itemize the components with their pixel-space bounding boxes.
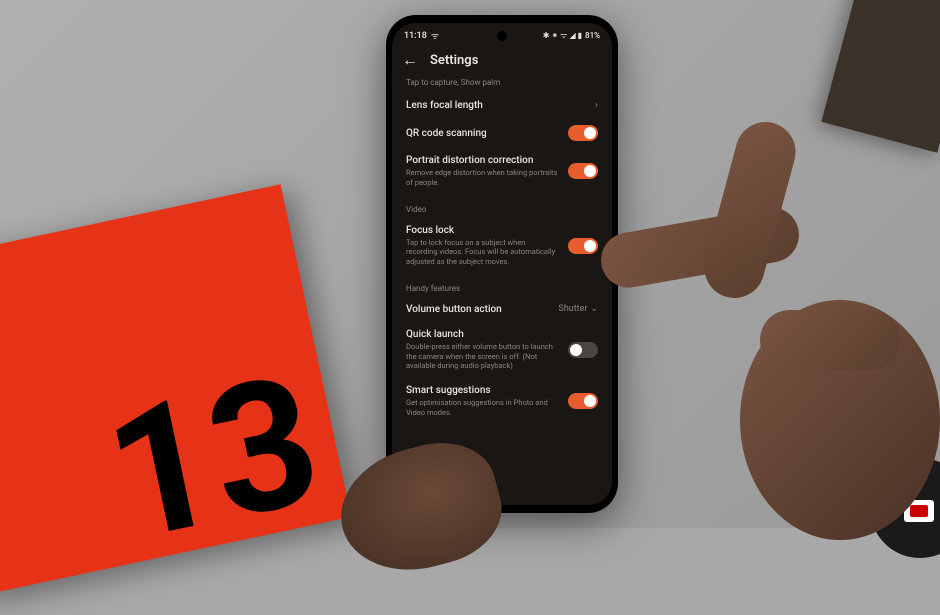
qr-scanning-row: QR code scanning — [406, 118, 598, 148]
finger-ring — [760, 310, 900, 370]
phone-device: 11:18 ᯤ ✱ ⁕ ᯤ ◢ ▮ 81% ← Settings Tap to … — [386, 15, 618, 513]
chevron-right-icon: › — [595, 100, 598, 111]
portrait-correction-row: Portrait distortion correction Remove ed… — [406, 148, 598, 195]
camera-hole — [497, 31, 507, 41]
focus-lock-desc: Tap to lock focus on a subject when reco… — [406, 238, 558, 267]
status-left-icons: ᯤ — [431, 29, 439, 42]
quick-launch-title: Quick launch — [406, 329, 558, 340]
back-arrow-icon[interactable]: ← — [402, 50, 418, 70]
handy-section-header: Handy features — [406, 284, 598, 293]
portrait-title: Portrait distortion correction — [406, 155, 558, 166]
quick-launch-row: Quick launch Double-press either volume … — [406, 322, 598, 378]
volume-value: Shutter — [558, 304, 587, 314]
quick-launch-desc: Double-press either volume button to lau… — [406, 342, 558, 371]
volume-title: Volume button action — [406, 304, 548, 315]
volume-value-container: Shutter ⌄ — [558, 304, 598, 314]
lens-focal-title: Lens focal length — [406, 100, 585, 111]
watermark-icon — [910, 505, 928, 517]
volume-button-row[interactable]: Volume button action Shutter ⌄ — [406, 297, 598, 322]
page-title: Settings — [430, 53, 478, 68]
smart-desc: Get optimisation suggestions in Photo an… — [406, 398, 558, 418]
chevron-updown-icon: ⌄ — [590, 304, 598, 314]
focus-lock-toggle[interactable] — [568, 238, 598, 254]
box-number: 13 — [90, 334, 336, 583]
smart-title: Smart suggestions — [406, 385, 558, 396]
smart-toggle[interactable] — [568, 393, 598, 409]
status-left: 11:18 ᯤ — [404, 29, 439, 42]
lens-focal-row[interactable]: Lens focal length › — [406, 93, 598, 118]
status-right: ✱ ⁕ ᯤ ◢ ▮ 81% — [543, 30, 600, 41]
portrait-desc: Remove edge distortion when taking portr… — [406, 168, 558, 188]
phone-screen: 11:18 ᯤ ✱ ⁕ ᯤ ◢ ▮ 81% ← Settings Tap to … — [392, 23, 612, 505]
status-time: 11:18 — [404, 31, 427, 41]
settings-list: Tap to capture, Show palm Lens focal len… — [392, 78, 612, 425]
hand-right — [600, 120, 900, 500]
battery-percent: 81% — [585, 31, 600, 40]
header: ← Settings — [392, 44, 612, 78]
quick-launch-toggle[interactable] — [568, 342, 598, 358]
qr-toggle[interactable] — [568, 125, 598, 141]
focus-lock-row: Focus lock Tap to lock focus on a subjec… — [406, 218, 598, 274]
status-right-icons: ✱ ⁕ ᯤ ◢ ▮ — [543, 30, 582, 41]
qr-title: QR code scanning — [406, 128, 558, 139]
video-section-header: Video — [406, 205, 598, 214]
gesture-hint: Tap to capture, Show palm — [406, 78, 598, 87]
portrait-toggle[interactable] — [568, 163, 598, 179]
smart-suggestions-row: Smart suggestions Get optimisation sugge… — [406, 378, 598, 425]
focus-lock-title: Focus lock — [406, 225, 558, 236]
finger-middle — [698, 115, 803, 304]
